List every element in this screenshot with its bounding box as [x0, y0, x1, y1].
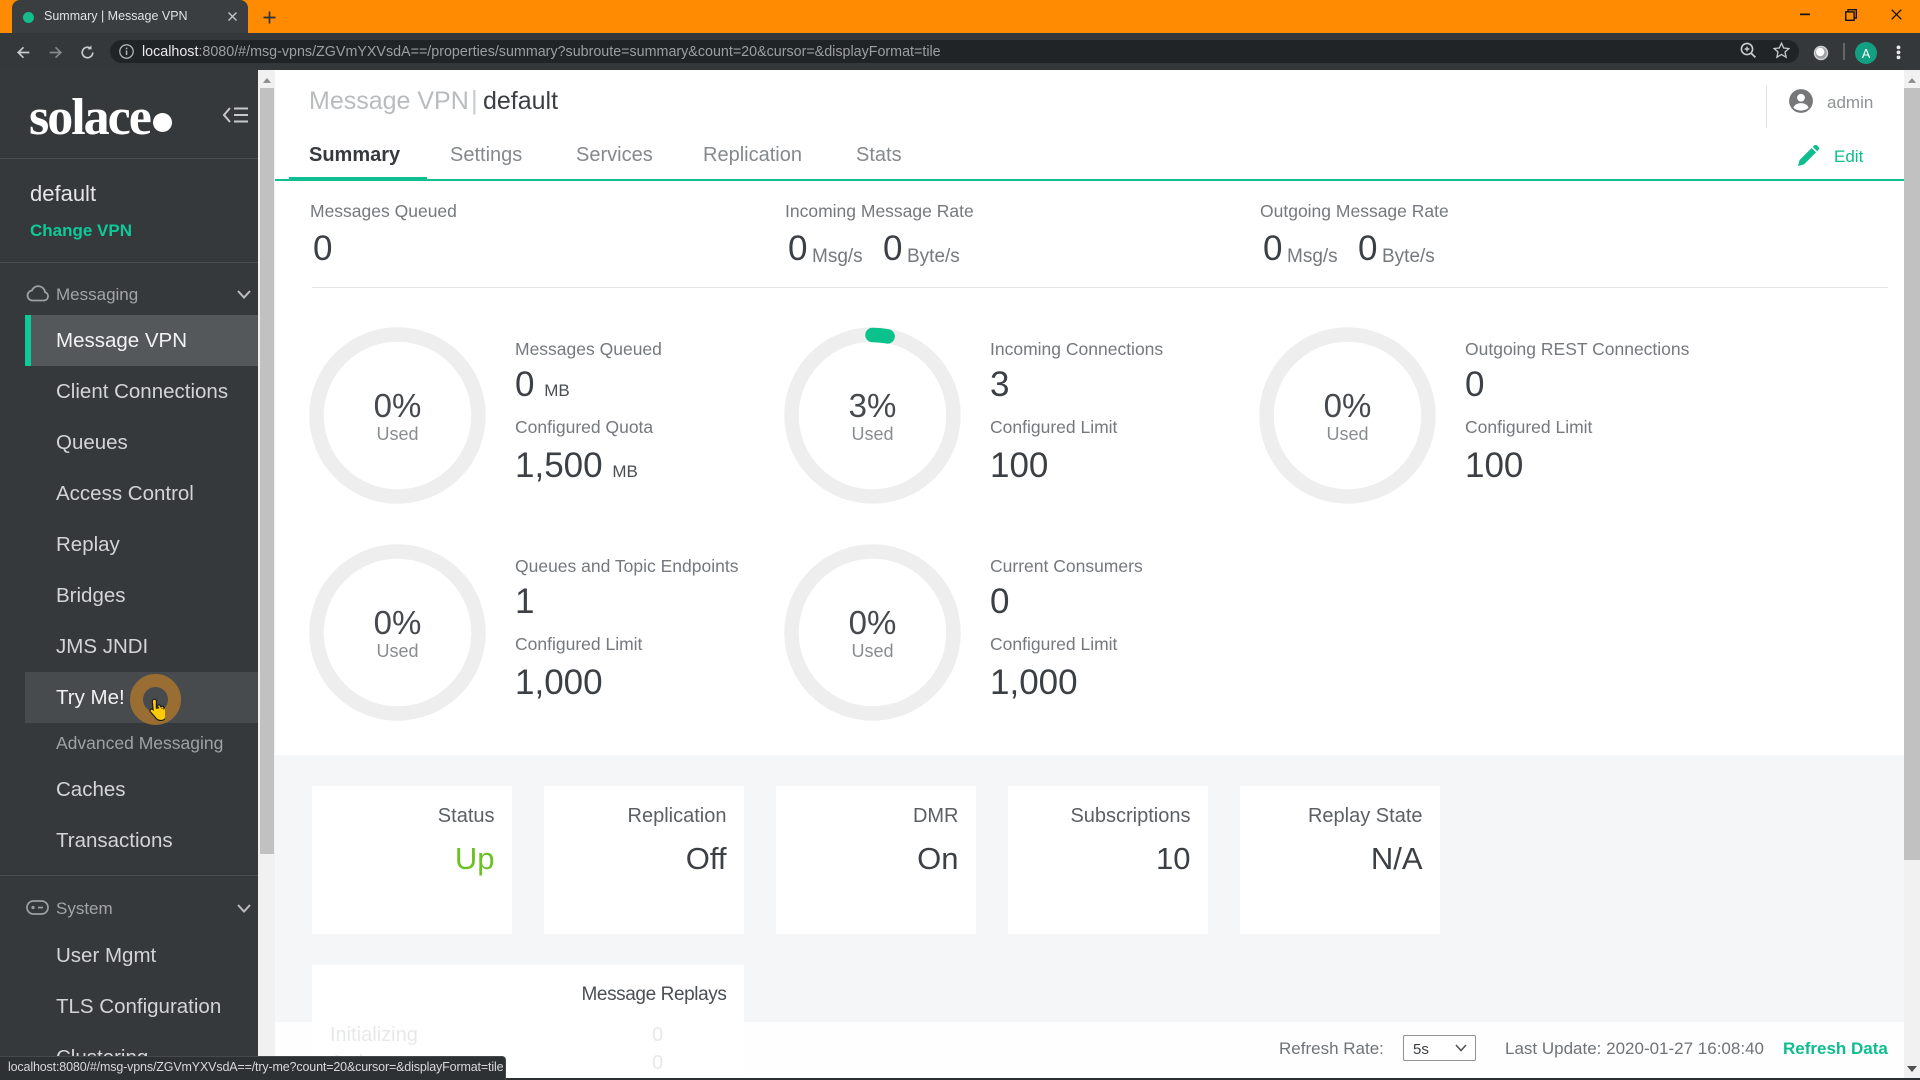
- svg-text:A: A: [1862, 46, 1871, 60]
